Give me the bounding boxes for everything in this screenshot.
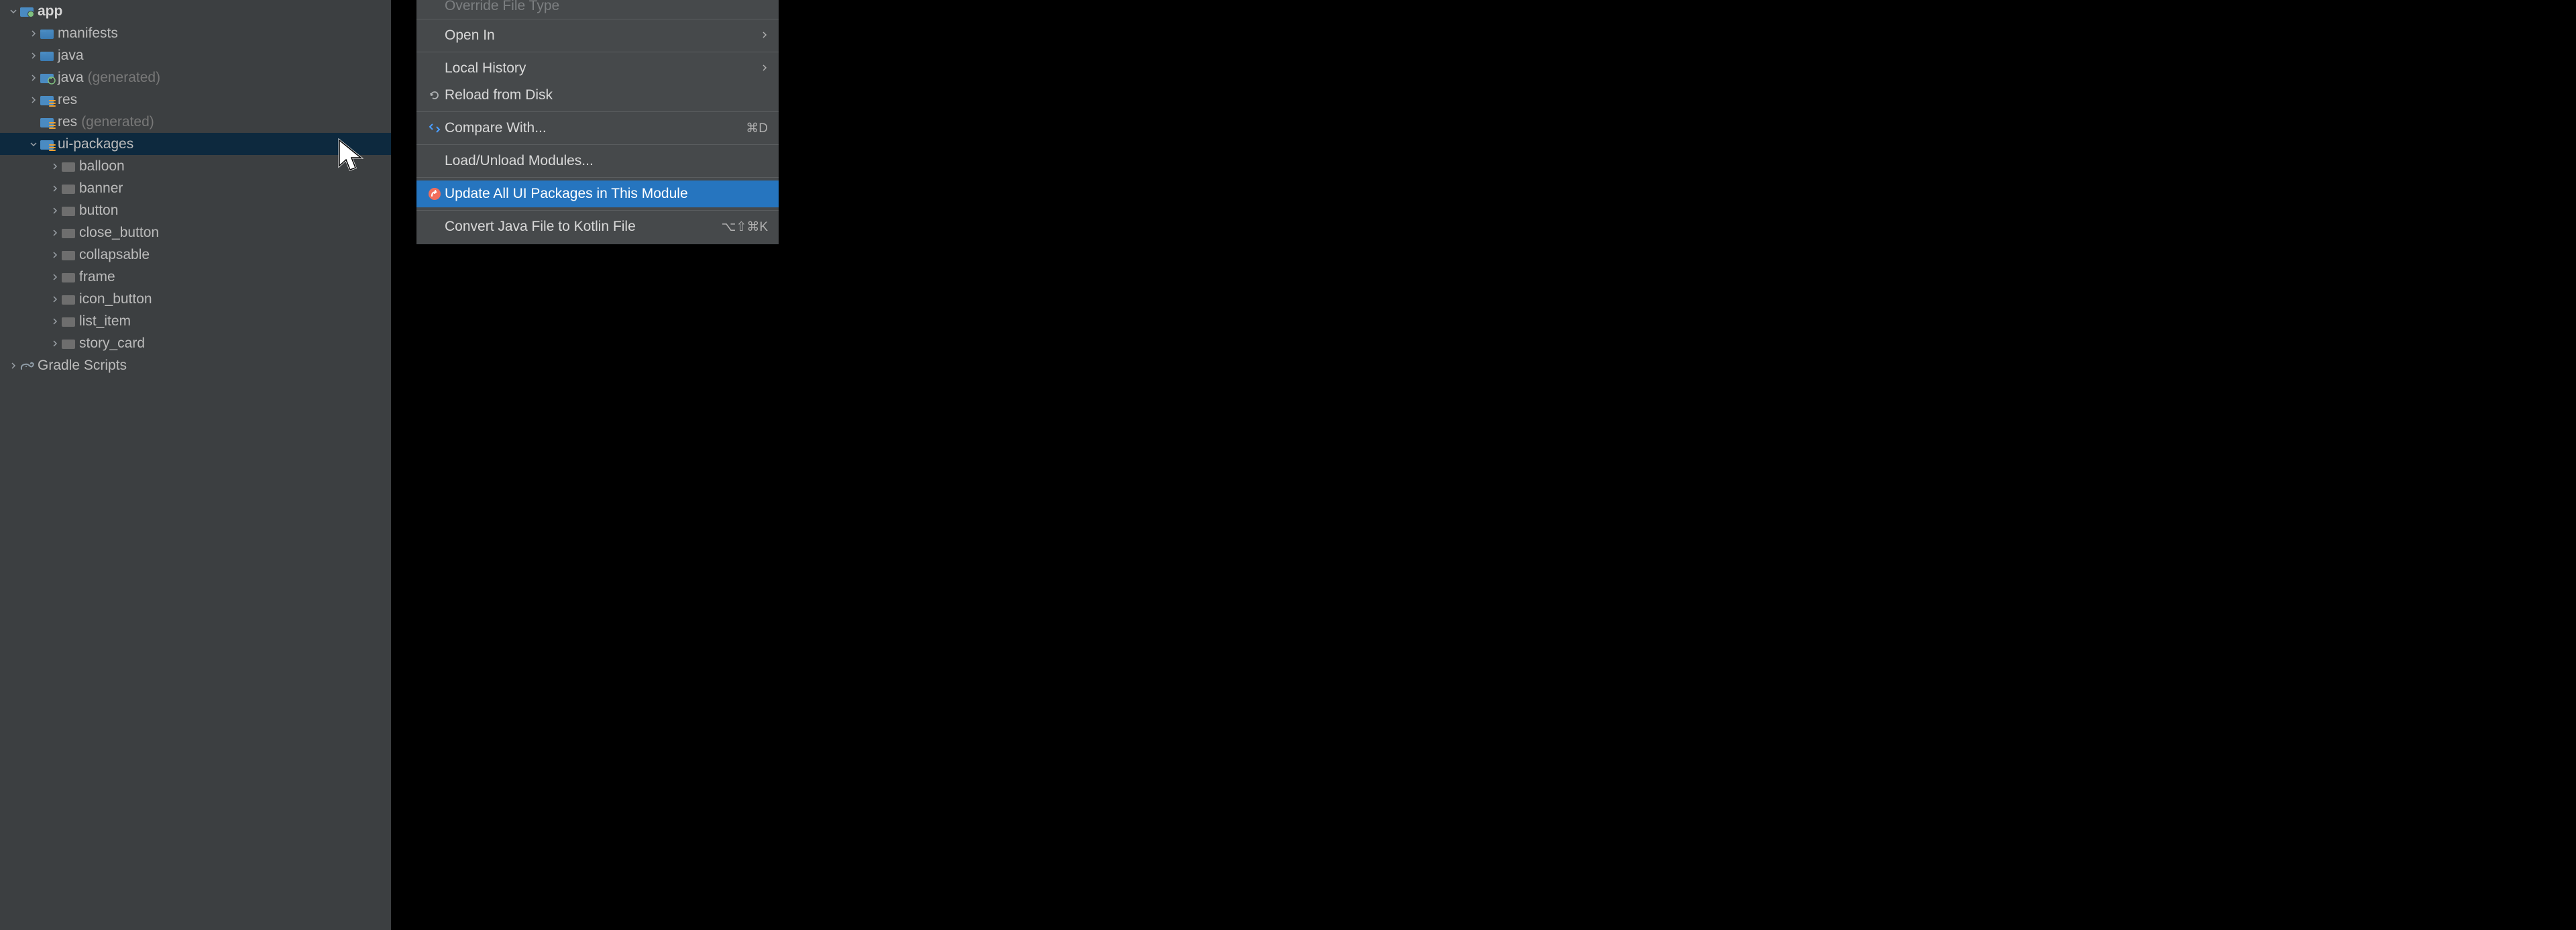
folder-icon — [62, 183, 79, 194]
menu-item-label: Local History — [445, 60, 761, 76]
resource-folder-icon — [40, 117, 58, 127]
tree-label: java — [58, 48, 84, 64]
menu-shortcut: ⌥⇧⌘K — [722, 219, 769, 235]
tree-node-java-generated[interactable]: java (generated) — [0, 66, 391, 89]
chevron-right-icon — [48, 317, 62, 325]
tree-label: java — [58, 70, 84, 86]
tree-node-res[interactable]: res — [0, 89, 391, 111]
relay-icon — [425, 187, 445, 201]
menu-item-override-file-type[interactable]: Override File Type — [416, 0, 779, 16]
folder-icon — [62, 272, 79, 282]
chevron-right-icon — [48, 162, 62, 170]
gradle-icon — [20, 360, 38, 371]
tree-label: res — [58, 114, 77, 130]
chevron-down-icon — [27, 140, 40, 148]
module-folder-icon — [20, 6, 38, 17]
menu-item-convert-java-kotlin[interactable]: Convert Java File to Kotlin File ⌥⇧⌘K — [416, 213, 779, 240]
tree-label: balloon — [79, 158, 125, 174]
resource-folder-icon — [40, 95, 58, 105]
tree-label: button — [79, 203, 118, 219]
tree-label-suffix: (generated) — [88, 70, 161, 86]
tree-node-icon-button[interactable]: icon_button — [0, 288, 391, 310]
menu-separator — [416, 144, 779, 145]
chevron-right-icon — [27, 52, 40, 60]
generated-folder-icon — [40, 72, 58, 83]
tree-node-close-button[interactable]: close_button — [0, 221, 391, 244]
tree-node-res-generated[interactable]: · res (generated) — [0, 111, 391, 133]
tree-node-list-item[interactable]: list_item — [0, 310, 391, 332]
tree-node-story-card[interactable]: story_card — [0, 332, 391, 354]
tree-node-balloon[interactable]: balloon — [0, 155, 391, 177]
tree-label: close_button — [79, 225, 159, 241]
menu-separator — [416, 210, 779, 211]
tree-label: icon_button — [79, 291, 152, 307]
chevron-right-icon — [48, 251, 62, 259]
folder-icon — [62, 161, 79, 172]
folder-icon — [62, 227, 79, 238]
tree-node-banner[interactable]: banner — [0, 177, 391, 199]
chevron-right-icon — [48, 207, 62, 215]
folder-icon — [62, 338, 79, 349]
tree-node-frame[interactable]: frame — [0, 266, 391, 288]
folder-icon — [40, 50, 58, 61]
tree-label: frame — [79, 269, 115, 285]
menu-separator — [416, 111, 779, 112]
folder-icon — [62, 250, 79, 260]
chevron-right-icon — [48, 185, 62, 193]
chevron-right-icon — [48, 273, 62, 281]
tree-node-java[interactable]: java — [0, 44, 391, 66]
submenu-arrow-icon — [761, 61, 768, 76]
menu-item-reload-from-disk[interactable]: Reload from Disk — [416, 82, 779, 109]
tree-label: story_card — [79, 335, 145, 352]
folder-icon — [62, 294, 79, 305]
context-menu: Override File Type Open In Local History… — [416, 0, 779, 244]
tree-node-ui-packages[interactable]: ui-packages — [0, 133, 391, 155]
menu-item-compare-with[interactable]: Compare With... ⌘D — [416, 115, 779, 142]
menu-item-update-ui-packages[interactable]: Update All UI Packages in This Module — [416, 180, 779, 207]
chevron-right-icon — [48, 295, 62, 303]
chevron-spacer: · — [27, 117, 40, 127]
chevron-right-icon — [7, 362, 20, 370]
compare-icon — [425, 122, 445, 134]
tree-label: app — [38, 3, 62, 19]
chevron-right-icon — [48, 229, 62, 237]
chevron-right-icon — [27, 30, 40, 38]
folder-icon — [62, 205, 79, 216]
menu-item-label: Override File Type — [445, 0, 768, 14]
tree-node-collapsable[interactable]: collapsable — [0, 244, 391, 266]
tree-label: Gradle Scripts — [38, 358, 127, 374]
tree-label: list_item — [79, 313, 131, 329]
tree-label-suffix: (generated) — [81, 114, 154, 130]
chevron-right-icon — [27, 96, 40, 104]
tree-label: banner — [79, 180, 123, 197]
folder-icon — [40, 28, 58, 39]
reload-icon — [425, 89, 445, 101]
menu-item-label: Convert Java File to Kotlin File — [445, 219, 722, 235]
tree-label: manifests — [58, 25, 118, 42]
menu-item-label: Reload from Disk — [445, 87, 768, 103]
tree-node-app[interactable]: app — [0, 0, 391, 22]
menu-separator — [416, 177, 779, 178]
tree-node-manifests[interactable]: manifests — [0, 22, 391, 44]
tree-label: collapsable — [79, 247, 150, 263]
folder-icon — [62, 316, 79, 327]
menu-item-local-history[interactable]: Local History — [416, 55, 779, 82]
menu-item-label: Load/Unload Modules... — [445, 153, 768, 169]
menu-item-label: Open In — [445, 28, 761, 44]
submenu-arrow-icon — [761, 28, 768, 43]
menu-item-label: Compare With... — [445, 120, 746, 136]
menu-item-label: Update All UI Packages in This Module — [445, 186, 768, 202]
project-tree-sidebar: app manifests java java (generated) — [0, 0, 391, 930]
chevron-down-icon — [7, 7, 20, 15]
menu-shortcut: ⌘D — [746, 121, 768, 136]
tree-node-gradle-scripts[interactable]: Gradle Scripts — [0, 354, 391, 376]
menu-item-open-in[interactable]: Open In — [416, 22, 779, 49]
resource-folder-icon — [40, 139, 58, 150]
tree-label: ui-packages — [58, 136, 133, 152]
chevron-right-icon — [48, 340, 62, 348]
tree-label: res — [58, 92, 77, 108]
chevron-right-icon — [27, 74, 40, 82]
tree-node-button[interactable]: button — [0, 199, 391, 221]
menu-item-load-unload-modules[interactable]: Load/Unload Modules... — [416, 148, 779, 174]
